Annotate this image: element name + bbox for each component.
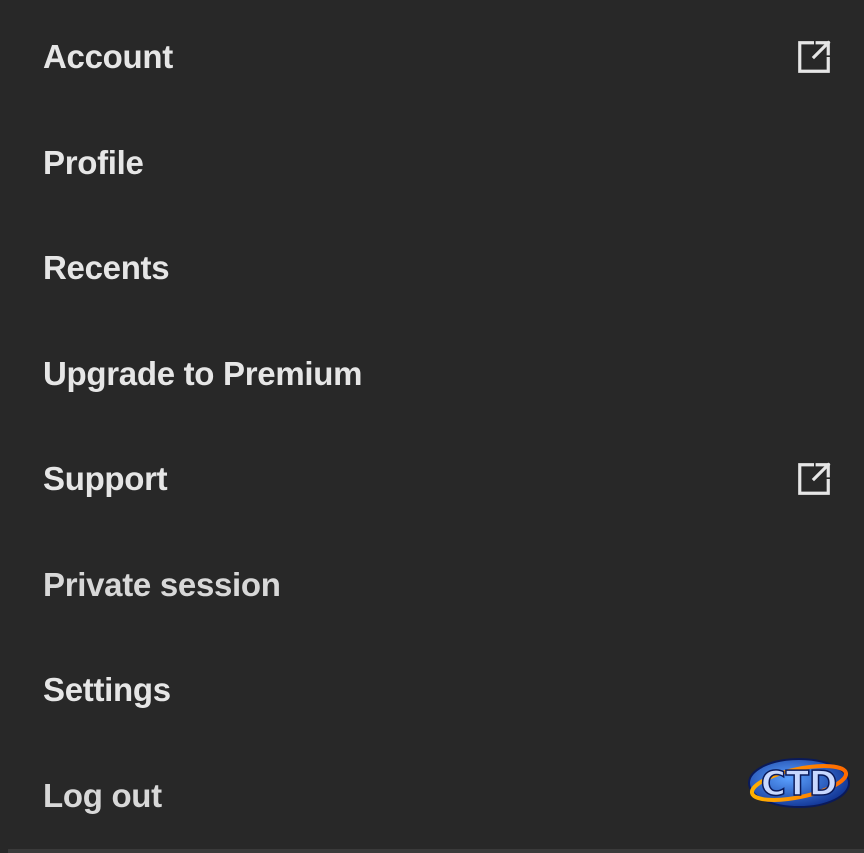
account-dropdown-menu: Account Profile Recents Upgrade to Premi…	[0, 0, 864, 853]
menu-item-label: Log out	[43, 777, 162, 814]
menu-item-label: Account	[43, 38, 173, 75]
menu-item-settings[interactable]: Settings	[0, 637, 864, 743]
menu-item-private-session[interactable]: Private session	[0, 532, 864, 638]
menu-item-label: Support	[43, 460, 168, 497]
menu-item-account[interactable]: Account	[0, 4, 864, 110]
menu-item-profile[interactable]: Profile	[0, 110, 864, 216]
external-link-icon	[794, 37, 834, 77]
menu-item-label: Profile	[43, 144, 144, 181]
menu-item-recents[interactable]: Recents	[0, 215, 864, 321]
menu-item-label: Settings	[43, 671, 171, 708]
ctd-logo-text: CTD	[761, 764, 837, 804]
ctd-logo-watermark: CTD	[748, 758, 850, 808]
menu-item-label: Private session	[43, 566, 281, 603]
external-link-icon	[794, 459, 834, 499]
menu-item-label: Upgrade to Premium	[43, 355, 363, 392]
menu-item-support[interactable]: Support	[0, 426, 864, 532]
menu-item-label: Recents	[43, 249, 170, 286]
menu-bottom-divider	[8, 849, 864, 853]
menu-item-log-out[interactable]: Log out	[0, 743, 864, 849]
menu-item-upgrade-to-premium[interactable]: Upgrade to Premium	[0, 321, 864, 427]
